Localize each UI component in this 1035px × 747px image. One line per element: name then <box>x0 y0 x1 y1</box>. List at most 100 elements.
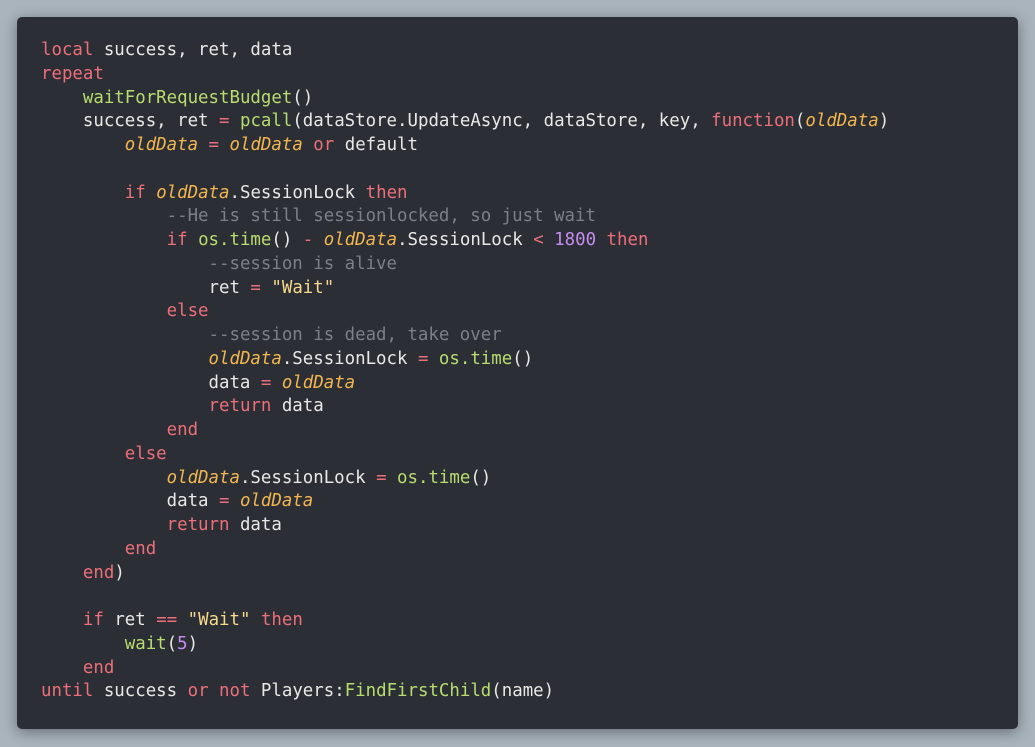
number-token: 5 <box>177 633 188 654</box>
operator-token: < <box>533 230 544 250</box>
parameter-token: oldData <box>281 372 356 393</box>
number-token: 1800 <box>554 230 597 250</box>
code-text: ret <box>41 277 251 298</box>
keyword-token: or <box>313 135 335 155</box>
string-token: "Wait" <box>187 610 251 630</box>
code-line: oldData = oldData or default <box>41 134 1008 158</box>
code-line: success, ret = pcall(dataStore.UpdateAsy… <box>41 110 1008 134</box>
keyword-token: end <box>166 420 199 440</box>
keyword-token: local <box>41 40 94 60</box>
keyword-token: end <box>82 657 115 678</box>
code-text: ret <box>103 610 157 630</box>
code-text: Players: <box>250 681 345 702</box>
code-text: ( <box>794 111 806 132</box>
keyword-token: then <box>260 610 303 630</box>
code-line: data = oldData <box>41 490 1008 514</box>
code-line: end <box>41 419 1008 443</box>
operator-token: = <box>376 467 387 488</box>
operator-token: = <box>219 491 230 512</box>
code-text: () <box>512 348 534 369</box>
code-text: ) <box>114 562 125 583</box>
operator-token: = <box>260 372 272 393</box>
code-text: data <box>41 372 261 393</box>
code-text: .SessionLock <box>229 182 366 203</box>
string-token: "Wait" <box>271 277 335 298</box>
function-token: pcall <box>239 111 293 132</box>
code-text: () <box>292 87 314 108</box>
code-text: success <box>93 681 188 702</box>
code-text: data <box>229 515 282 535</box>
code-line: until success or not Players:FindFirstCh… <box>41 680 1008 704</box>
operator-token: = <box>208 135 220 155</box>
keyword-token: if <box>166 230 188 250</box>
function-token: os.time <box>198 230 272 250</box>
keyword-token: end <box>82 562 115 583</box>
code-text: .SessionLock <box>239 467 377 488</box>
code-line: data = oldData <box>41 372 1008 396</box>
function-token: waitForRequestBudget <box>82 87 293 108</box>
keyword-token: end <box>124 538 157 559</box>
code-line: return data <box>41 395 1008 419</box>
parameter-token: oldData <box>124 135 199 155</box>
keyword-token: not <box>219 681 251 702</box>
code-text: () <box>470 467 492 488</box>
function-token: os.time <box>438 348 513 369</box>
code-line: if oldData.SessionLock then <box>41 182 1008 206</box>
operator-token: = <box>219 111 230 132</box>
keyword-token: return <box>166 515 230 535</box>
code-line: end <box>41 657 1008 681</box>
code-text: ) <box>878 111 890 132</box>
function-token: FindFirstChild <box>344 681 492 702</box>
keyword-token: repeat <box>41 63 104 84</box>
comment-token: --session is alive <box>208 253 397 274</box>
code-line: oldData.SessionLock = os.time() <box>41 348 1008 372</box>
code-block: local success, ret, data repeat waitForRe… <box>41 39 1008 704</box>
code-line: wait(5) <box>41 633 1008 657</box>
keyword-token: function <box>711 111 795 132</box>
operator-token: == <box>156 610 178 630</box>
code-text: data <box>41 491 219 512</box>
code-text: data <box>271 396 324 417</box>
code-line: else <box>41 443 1008 467</box>
keyword-token: return <box>208 396 272 417</box>
code-line: else <box>41 300 1008 324</box>
code-line: if ret == "Wait" then <box>41 609 1008 633</box>
code-line: oldData.SessionLock = os.time() <box>41 467 1008 491</box>
parameter-token: oldData <box>229 135 303 155</box>
operator-token: = <box>250 277 261 298</box>
keyword-token: then <box>606 230 649 250</box>
code-line: repeat <box>41 63 1008 87</box>
code-editor-window: local success, ret, data repeat waitForRe… <box>17 17 1018 729</box>
code-text: .SessionLock <box>281 348 418 369</box>
parameter-token: oldData <box>323 230 398 250</box>
parameter-token: oldData <box>208 348 282 369</box>
keyword-token: or <box>187 681 209 702</box>
